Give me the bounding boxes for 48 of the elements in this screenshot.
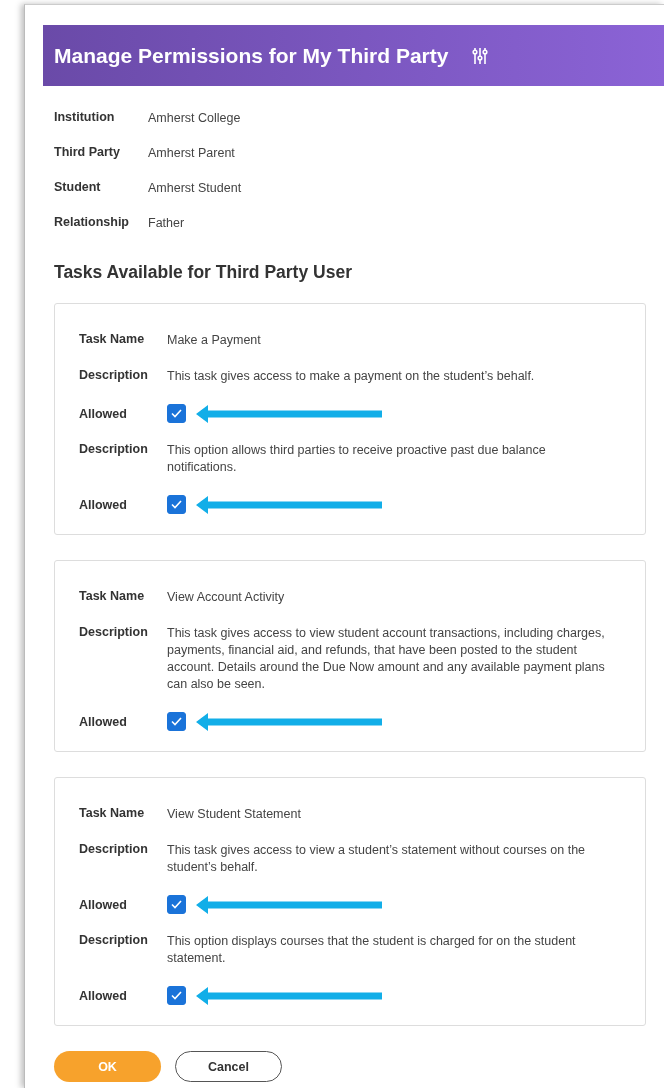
check-icon (171, 900, 182, 909)
field-label: Allowed (79, 406, 128, 421)
arrow-icon (196, 986, 382, 1005)
info-label: Relationship (54, 215, 130, 231)
field-value: Make a Payment (167, 332, 262, 349)
sliders-icon[interactable] (472, 47, 489, 64)
info-value: Amherst Parent (148, 145, 236, 162)
allowed-checkbox[interactable] (167, 495, 186, 514)
info-value: Amherst College (148, 110, 242, 127)
arrow-icon (196, 895, 382, 914)
arrow-icon (196, 404, 382, 423)
field-label: Description (79, 933, 149, 947)
page-title: Manage Permissions for My Third Party (54, 43, 449, 68)
field-value: This option allows third parties to receive proactive past due balance notifications. (167, 442, 547, 476)
field-value: This task gives access to make a payment on the student’s behalf. (167, 368, 536, 385)
field-value: View Student Statement (167, 806, 302, 823)
check-icon (171, 991, 182, 1000)
check-icon (171, 500, 182, 509)
info-value: Father (148, 215, 186, 232)
section-title: Tasks Available for Third Party User (54, 262, 353, 283)
field-label: Allowed (79, 714, 128, 729)
field-label: Task Name (79, 589, 146, 603)
field-label: Allowed (79, 988, 128, 1003)
field-value: This task gives access to view student account transactions, including charges, payments, financial aid, and refunds, that have been posted to the student account. Details around the Due Now amount and any available payment plans can also be seen. (167, 625, 605, 693)
field-label: Task Name (79, 806, 146, 820)
field-label: Description (79, 625, 149, 639)
field-value: View Account Activity (167, 589, 286, 606)
check-icon (171, 409, 182, 418)
field-label: Description (79, 368, 149, 382)
allowed-checkbox[interactable] (167, 712, 186, 731)
allowed-checkbox[interactable] (167, 895, 186, 914)
info-label: Student (54, 180, 102, 196)
info-value: Amherst Student (148, 180, 242, 197)
info-label: Third Party (54, 145, 121, 161)
field-label: Allowed (79, 497, 128, 512)
field-value: This task gives access to view a student’s statement without courses on the student’s behalf. (167, 842, 587, 876)
field-value: This option displays courses that the student is charged for on the student statement. (167, 933, 577, 967)
field-label: Task Name (79, 332, 146, 346)
arrow-icon (196, 712, 382, 731)
field-label: Description (79, 442, 149, 456)
check-icon (171, 717, 182, 726)
field-label: Allowed (79, 897, 128, 912)
allowed-checkbox[interactable] (167, 404, 186, 423)
field-label: Description (79, 842, 149, 856)
cancel-button[interactable]: Cancel (175, 1051, 282, 1082)
allowed-checkbox[interactable] (167, 986, 186, 1005)
info-label: Institution (54, 110, 116, 126)
arrow-icon (196, 495, 382, 514)
